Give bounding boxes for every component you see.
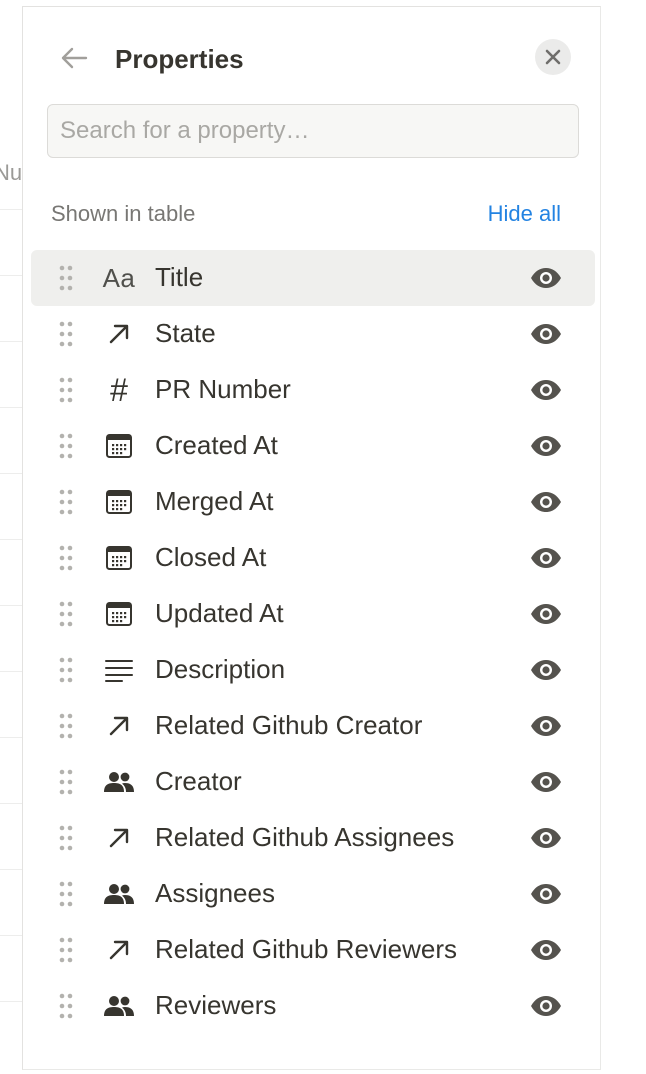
property-name: State	[155, 318, 216, 348]
people-icon	[101, 988, 137, 1024]
calendar-icon	[101, 484, 137, 520]
panel-title: Properties	[115, 44, 244, 74]
background-row-divider	[0, 539, 22, 540]
arrow-up-right-icon	[101, 932, 137, 968]
eye-icon[interactable]	[529, 712, 563, 740]
close-button[interactable]	[535, 39, 571, 75]
eye-icon[interactable]	[529, 544, 563, 572]
calendar-icon	[101, 596, 137, 632]
drag-handle-icon[interactable]	[58, 432, 74, 460]
eye-icon[interactable]	[529, 488, 563, 516]
eye-icon[interactable]	[529, 936, 563, 964]
eye-icon[interactable]	[529, 376, 563, 404]
drag-handle-icon[interactable]	[58, 488, 74, 516]
background-row-divider	[0, 407, 22, 408]
property-name: Title	[155, 262, 204, 292]
background-row-divider	[0, 671, 22, 672]
eye-icon[interactable]	[529, 600, 563, 628]
background-row-divider	[0, 605, 22, 606]
calendar-icon	[101, 428, 137, 464]
drag-handle-icon[interactable]	[58, 376, 74, 404]
property-name: Reviewers	[155, 990, 277, 1020]
property-row[interactable]: Assignees	[31, 866, 595, 922]
property-name: Closed At	[155, 542, 267, 572]
background-row-divider	[0, 209, 22, 210]
arrow-up-right-icon	[101, 316, 137, 352]
property-name: Related Github Assignees	[155, 822, 455, 852]
background-row-divider	[0, 1001, 22, 1002]
eye-icon[interactable]	[529, 320, 563, 348]
property-name: Creator	[155, 766, 242, 796]
property-name: Updated At	[155, 598, 284, 628]
drag-handle-icon[interactable]	[58, 264, 74, 292]
property-row[interactable]: Merged At	[31, 474, 595, 530]
background-row-divider	[0, 341, 22, 342]
property-row[interactable]: State	[31, 306, 595, 362]
arrow-left-icon	[61, 47, 88, 69]
text-aa-icon: Aa	[102, 262, 136, 293]
property-row[interactable]: Description	[31, 642, 595, 698]
eye-icon[interactable]	[529, 264, 563, 292]
property-search-input[interactable]	[47, 104, 579, 158]
close-icon	[545, 49, 561, 65]
property-row[interactable]: Closed At	[31, 530, 595, 586]
eye-icon[interactable]	[529, 768, 563, 796]
drag-handle-icon[interactable]	[58, 936, 74, 964]
property-row[interactable]: Aa Title	[31, 250, 595, 306]
background-column-header: Nu	[0, 160, 22, 185]
eye-icon[interactable]	[529, 656, 563, 684]
property-row[interactable]: Related Github Reviewers	[31, 922, 595, 978]
property-name: Description	[155, 654, 286, 684]
property-name: Related Github Creator	[155, 710, 423, 740]
property-row[interactable]: Created At	[31, 418, 595, 474]
property-row[interactable]: # PR Number	[31, 362, 595, 418]
property-name: Related Github Reviewers	[155, 934, 458, 964]
back-button[interactable]	[57, 41, 91, 75]
drag-handle-icon[interactable]	[58, 712, 74, 740]
hash-icon: #	[110, 371, 128, 408]
eye-icon[interactable]	[529, 432, 563, 460]
lines-icon	[101, 652, 137, 688]
drag-handle-icon[interactable]	[58, 320, 74, 348]
drag-handle-icon[interactable]	[58, 880, 74, 908]
drag-handle-icon[interactable]	[58, 992, 74, 1020]
drag-handle-icon[interactable]	[58, 768, 74, 796]
eye-icon[interactable]	[529, 992, 563, 1020]
property-list: Aa Title State # PR Number Created At Merged A…	[31, 250, 595, 1034]
drag-handle-icon[interactable]	[58, 824, 74, 852]
property-name: Merged At	[155, 486, 274, 516]
background-row-divider	[0, 869, 22, 870]
properties-panel: Properties Shown in table Hide all Aa Tit…	[22, 6, 601, 1070]
background-row-divider	[0, 803, 22, 804]
property-name: Assignees	[155, 878, 275, 908]
background-row-divider	[0, 737, 22, 738]
section-label-shown: Shown in table	[51, 201, 196, 226]
property-row[interactable]: Related Github Assignees	[31, 810, 595, 866]
property-name: PR Number	[155, 374, 291, 404]
eye-icon[interactable]	[529, 824, 563, 852]
people-icon	[101, 764, 137, 800]
calendar-icon	[101, 540, 137, 576]
property-row[interactable]: Related Github Creator	[31, 698, 595, 754]
background-row-divider	[0, 275, 22, 276]
eye-icon[interactable]	[529, 880, 563, 908]
drag-handle-icon[interactable]	[58, 544, 74, 572]
arrow-up-right-icon	[101, 708, 137, 744]
hide-all-button[interactable]: Hide all	[488, 201, 561, 227]
panel-header: Properties	[23, 35, 600, 83]
property-row[interactable]: Creator	[31, 754, 595, 810]
background-row-divider	[0, 935, 22, 936]
property-row[interactable]: Updated At	[31, 586, 595, 642]
drag-handle-icon[interactable]	[58, 600, 74, 628]
background-row-divider	[0, 473, 22, 474]
people-icon	[101, 876, 137, 912]
background-table: Nu	[0, 0, 22, 1074]
property-row[interactable]: Reviewers	[31, 978, 595, 1034]
arrow-up-right-icon	[101, 820, 137, 856]
drag-handle-icon[interactable]	[58, 656, 74, 684]
property-name: Created At	[155, 430, 278, 460]
